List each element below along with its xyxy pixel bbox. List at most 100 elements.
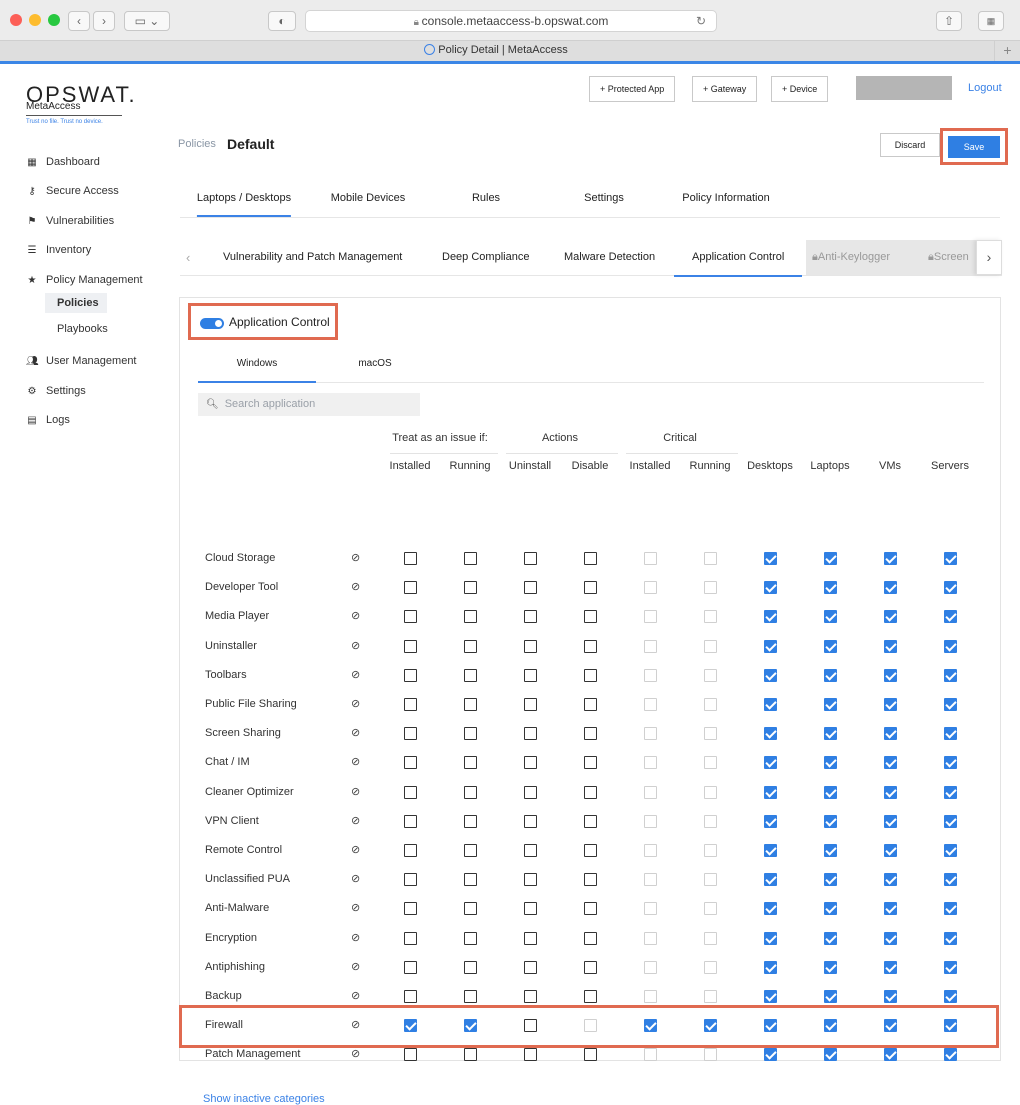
checkbox[interactable] [584, 1048, 597, 1062]
checkbox[interactable] [524, 990, 537, 1003]
checkbox[interactable] [464, 639, 477, 653]
checkbox[interactable] [824, 1019, 837, 1033]
checkbox[interactable] [404, 785, 417, 799]
chevron-left-icon[interactable]: ‹ [186, 250, 190, 265]
checkbox[interactable] [404, 727, 417, 741]
zoom-window-icon[interactable] [48, 14, 60, 26]
checkbox[interactable] [404, 668, 417, 682]
checkbox[interactable] [944, 844, 957, 857]
checkbox[interactable] [464, 552, 477, 565]
visibility-off-icon[interactable]: ⊘ [351, 580, 360, 593]
checkbox[interactable] [524, 698, 537, 711]
visibility-off-icon[interactable]: ⊘ [351, 989, 360, 1002]
checkbox[interactable] [584, 639, 597, 653]
checkbox[interactable] [944, 610, 957, 624]
tab-windows[interactable]: Windows [198, 358, 316, 383]
sidebar-item-logs[interactable]: ▤ Logs [26, 414, 70, 426]
checkbox[interactable] [464, 1019, 477, 1033]
checkbox[interactable] [764, 639, 777, 653]
visibility-off-icon[interactable]: ⊘ [351, 901, 360, 914]
checkbox[interactable] [524, 756, 537, 770]
checkbox[interactable] [764, 756, 777, 770]
visibility-off-icon[interactable]: ⊘ [351, 931, 360, 944]
forward-icon[interactable]: › [93, 11, 115, 31]
checkbox[interactable] [464, 960, 477, 974]
checkbox[interactable] [764, 1019, 777, 1033]
tab-vulnerability-patch[interactable]: Vulnerability and Patch Management [223, 251, 402, 263]
checkbox[interactable] [404, 902, 417, 916]
sidebar-item-policy-management[interactable]: ★ Policy Management [26, 274, 143, 286]
checkbox[interactable] [884, 610, 897, 624]
checkbox[interactable] [764, 785, 777, 799]
visibility-off-icon[interactable]: ⊘ [351, 755, 360, 768]
checkbox[interactable] [944, 960, 957, 974]
checkbox[interactable] [824, 785, 837, 799]
checkbox[interactable] [824, 756, 837, 770]
checkbox[interactable] [824, 698, 837, 711]
checkbox[interactable] [944, 552, 957, 565]
save-button[interactable]: Save [948, 136, 1000, 158]
checkbox[interactable] [704, 1019, 717, 1033]
checkbox[interactable] [944, 814, 957, 828]
checkbox[interactable] [404, 814, 417, 828]
checkbox[interactable] [824, 990, 837, 1003]
checkbox[interactable] [524, 785, 537, 799]
logout-link[interactable]: Logout [968, 82, 1002, 94]
checkbox[interactable] [944, 990, 957, 1003]
checkbox[interactable] [464, 902, 477, 916]
checkbox[interactable] [404, 931, 417, 945]
visibility-off-icon[interactable]: ⊘ [351, 843, 360, 856]
checkbox[interactable] [464, 1048, 477, 1062]
checkbox[interactable] [584, 814, 597, 828]
checkbox[interactable] [584, 902, 597, 916]
sidebar-item-policies[interactable]: Policies [45, 293, 107, 313]
application-control-toggle[interactable] [200, 318, 224, 329]
checkbox[interactable] [524, 814, 537, 828]
breadcrumb[interactable]: Policies [178, 138, 216, 150]
checkbox[interactable] [464, 668, 477, 682]
checkbox[interactable] [824, 931, 837, 945]
sidebar-item-inventory[interactable]: ☰ Inventory [26, 244, 92, 256]
checkbox[interactable] [584, 990, 597, 1003]
checkbox[interactable] [524, 727, 537, 741]
checkbox[interactable] [944, 639, 957, 653]
minimize-window-icon[interactable] [29, 14, 41, 26]
visibility-off-icon[interactable]: ⊘ [351, 872, 360, 885]
visibility-off-icon[interactable]: ⊘ [351, 639, 360, 652]
checkbox[interactable] [404, 581, 417, 595]
checkbox[interactable] [644, 1019, 657, 1033]
new-tab-icon[interactable]: + [994, 41, 1020, 61]
share-icon[interactable]: ⇧ [936, 11, 962, 31]
checkbox[interactable] [764, 960, 777, 974]
checkbox[interactable] [584, 581, 597, 595]
checkbox[interactable] [404, 990, 417, 1003]
checkbox[interactable] [764, 814, 777, 828]
tab-application-control[interactable]: Application Control [674, 251, 803, 277]
user-account-box[interactable] [856, 76, 952, 100]
checkbox[interactable] [764, 727, 777, 741]
checkbox[interactable] [404, 960, 417, 974]
privacy-shield-icon[interactable]: ◐ [268, 11, 296, 31]
add-device-button[interactable]: + Device [771, 76, 829, 102]
checkbox[interactable] [824, 873, 837, 887]
checkbox[interactable] [464, 698, 477, 711]
checkbox[interactable] [584, 960, 597, 974]
back-icon[interactable]: ‹ [68, 11, 90, 31]
checkbox[interactable] [824, 727, 837, 741]
checkbox[interactable] [464, 814, 477, 828]
visibility-off-icon[interactable]: ⊘ [351, 1047, 360, 1060]
checkbox[interactable] [824, 1048, 837, 1062]
checkbox[interactable] [524, 902, 537, 916]
tab-rules[interactable]: Rules [472, 192, 500, 204]
tab-laptops-desktops[interactable]: Laptops / Desktops [196, 192, 292, 217]
checkbox[interactable] [524, 610, 537, 624]
checkbox[interactable] [464, 610, 477, 624]
checkbox[interactable] [584, 668, 597, 682]
checkbox[interactable] [824, 960, 837, 974]
checkbox[interactable] [464, 727, 477, 741]
checkbox[interactable] [764, 698, 777, 711]
sidebar-toggle-icon[interactable]: ▭ ⌄ [124, 11, 170, 31]
checkbox[interactable] [944, 873, 957, 887]
checkbox[interactable] [884, 931, 897, 945]
tab-mobile-devices[interactable]: Mobile Devices [331, 192, 406, 204]
